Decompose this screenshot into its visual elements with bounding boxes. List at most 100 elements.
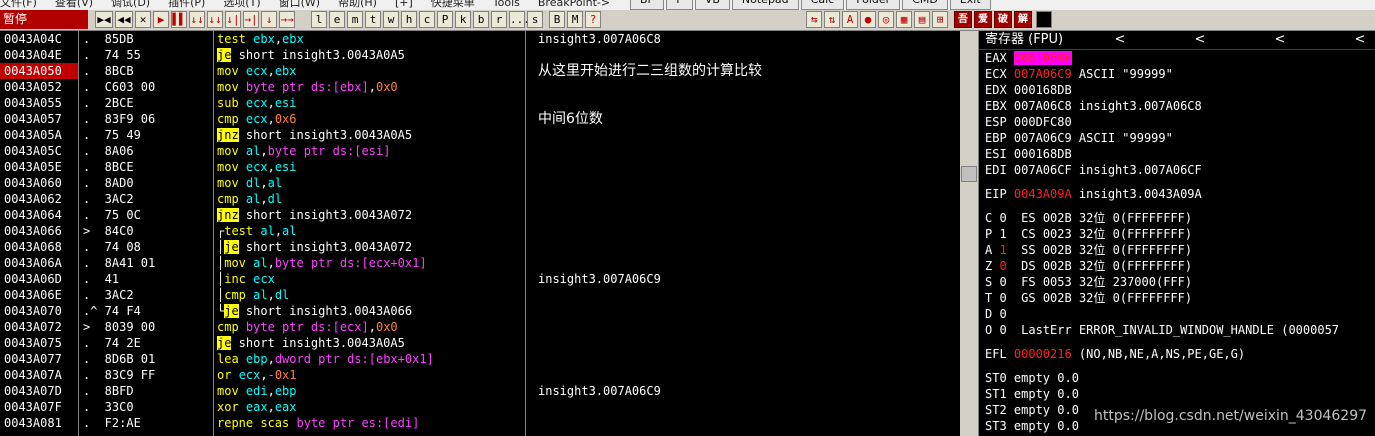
header-arrow-icon[interactable]: < (1105, 31, 1135, 49)
menu-item[interactable]: 帮助(H) (338, 0, 377, 9)
flag-row[interactable]: A 1 SS 002B 32位 0(FFFFFFFF) (979, 242, 1375, 258)
address-cell[interactable]: 0043A062 (0, 191, 78, 207)
toolbar-icon-button[interactable]: B (549, 11, 565, 28)
register-row[interactable]: EDI 007A06CF insight3.007A06CF (979, 162, 1375, 178)
register-value[interactable]: 0081069F (1013, 51, 1072, 65)
asm-line[interactable]: │mov al,byte ptr ds:[ecx+0x1] (214, 255, 525, 271)
address-cell[interactable]: 0043A075 (0, 335, 78, 351)
toolbar-view-button[interactable]: h (401, 11, 417, 28)
address-cell[interactable]: 0043A06D (0, 271, 78, 287)
asm-line[interactable]: ┌test al,al (214, 223, 525, 239)
toolbar-view-button[interactable]: b (473, 11, 489, 28)
menu-tab[interactable]: VB (694, 0, 730, 10)
register-value[interactable]: 00000216 (1014, 347, 1072, 361)
asm-line[interactable]: test ebx,ebx (214, 31, 525, 47)
register-row[interactable]: EBP 007A06C9 ASCII "99999" (979, 130, 1375, 146)
toolbar-view-button[interactable]: w (383, 11, 399, 28)
asm-line[interactable]: mov al,byte ptr ds:[esi] (214, 143, 525, 159)
register-value[interactable]: 000168DB (1014, 147, 1072, 161)
register-row[interactable]: EBX 007A06C8 insight3.007A06C8 (979, 98, 1375, 114)
menu-tab[interactable]: CMD (902, 0, 948, 10)
menu-tab[interactable]: Notepad (731, 0, 799, 10)
menu-item[interactable]: 窗口(W) (279, 0, 320, 9)
toolbar-right-button[interactable]: A (842, 11, 858, 28)
toolbar-nav-button[interactable]: →→ (279, 11, 295, 28)
toolbar-nav-button[interactable]: ↓| (225, 11, 241, 28)
register-value[interactable]: 007A06CF (1014, 163, 1072, 177)
address-cell[interactable]: 0043A07F (0, 399, 78, 415)
registers-header[interactable]: 寄存器 (FPU) < < < < (979, 31, 1375, 50)
toolbar-view-button[interactable]: s (527, 11, 543, 28)
address-cell[interactable]: 0043A064 (0, 207, 78, 223)
toolbar-view-button[interactable]: e (329, 11, 345, 28)
flag-value[interactable]: 1 (999, 243, 1006, 257)
address-cell[interactable]: 0043A070 (0, 303, 78, 319)
toolbar-view-button[interactable]: m (347, 11, 363, 28)
address-cell[interactable]: 0043A052 (0, 79, 78, 95)
asm-line[interactable]: je short insight3.0043A0A5 (214, 335, 525, 351)
flag-row[interactable]: O 0 LastErr ERROR_INVALID_WINDOW_HANDLE … (979, 322, 1375, 338)
register-value[interactable]: 007A06C9 (1014, 67, 1072, 81)
register-value[interactable]: 000DFC80 (1014, 115, 1072, 129)
menu-item[interactable]: [+] (395, 0, 413, 9)
address-cell[interactable]: 0043A066 (0, 223, 78, 239)
header-arrow-icon[interactable]: < (1265, 31, 1295, 49)
toolbar-right-button[interactable]: ⇅ (824, 11, 840, 28)
address-cell[interactable]: 0043A04C (0, 31, 78, 47)
menu-items[interactable]: 文件(F) 查看(V) 调试(D) 插件(P) 选项(T) 窗口(W) 帮助(H) [+] 快捷… (0, 0, 628, 9)
address-cell[interactable]: 0043A057 (0, 111, 78, 127)
register-row[interactable]: EDX 000168DB (979, 82, 1375, 98)
asm-line[interactable]: jnz short insight3.0043A072 (214, 207, 525, 223)
address-cell[interactable]: 0043A072 (0, 319, 78, 335)
flag-row[interactable]: P 1 CS 0023 32位 0(FFFFFFFF) (979, 226, 1375, 242)
asm-line[interactable]: lea ebp,dword ptr ds:[ebx+0x1] (214, 351, 525, 367)
toolbar-cjk-button[interactable]: 破 (994, 11, 1012, 28)
toolbar-icon-button[interactable]: ? (585, 11, 601, 28)
menu-tabs[interactable]: BPPVBNotepadCalcFolderCMDExit (630, 0, 993, 10)
register-row[interactable]: ECX 007A06C9 ASCII "99999" (979, 66, 1375, 82)
asm-line[interactable]: mov dl,al (214, 175, 525, 191)
toolbar-right-button[interactable]: ● (860, 11, 876, 28)
asm-line[interactable]: mov ecx,ebx (214, 63, 525, 79)
register-row[interactable]: ESI 000168DB (979, 146, 1375, 162)
toolbar-view-button[interactable]: P (437, 11, 453, 28)
menu-tab[interactable]: Calc (800, 0, 845, 10)
toolbar-nav-button[interactable]: ↓↓ (189, 11, 205, 28)
flag-value[interactable]: 0 (999, 259, 1006, 273)
address-cell[interactable]: 0043A06E (0, 287, 78, 303)
flag-row[interactable]: D 0 (979, 306, 1375, 322)
asm-line[interactable]: jnz short insight3.0043A0A5 (214, 127, 525, 143)
toolbar-view-button[interactable]: l (311, 11, 327, 28)
asm-line[interactable]: mov byte ptr ds:[ebx],0x0 (214, 79, 525, 95)
register-row[interactable]: EFL 00000216 (NO,NB,NE,A,NS,PE,GE,G) (979, 346, 1375, 362)
toolbar-right-button[interactable]: ◎ (878, 11, 894, 28)
header-arrow-icon[interactable]: < (1345, 31, 1375, 49)
menu-item[interactable]: BreakPoint-> (538, 0, 610, 9)
register-row[interactable]: ESP 000DFC80 (979, 114, 1375, 130)
toolbar-right-button[interactable]: ▤ (914, 11, 930, 28)
toolbar-nav-button[interactable]: ▶ (153, 11, 169, 28)
register-value[interactable]: 000168DB (1014, 83, 1072, 97)
flag-value[interactable]: 0 (999, 291, 1006, 305)
fpu-register-row[interactable]: ST0 empty 0.0 (979, 370, 1375, 386)
register-row[interactable]: EIP 0043A09A insight3.0043A09A (979, 186, 1375, 202)
flag-value[interactable]: 0 (999, 211, 1006, 225)
address-cell[interactable]: 0043A07D (0, 383, 78, 399)
toolbar-nav-button[interactable]: →| (243, 11, 259, 28)
toolbar-cjk-button[interactable]: 爱 (974, 11, 992, 28)
menu-item[interactable]: 快捷菜单 (431, 0, 475, 9)
disassembly-scrollbar[interactable] (960, 31, 978, 436)
toolbar-view-button[interactable]: k (455, 11, 471, 28)
asm-line[interactable]: mov edi,ebp (214, 383, 525, 399)
toolbar-right-button[interactable]: ⊞ (932, 11, 948, 28)
address-cell[interactable]: 0043A04E (0, 47, 78, 63)
flag-value[interactable]: 1 (999, 227, 1006, 241)
scroll-thumb[interactable] (961, 166, 977, 182)
toolbar-view-button[interactable]: r (491, 11, 507, 28)
flag-row[interactable]: S 0 FS 0053 32位 237000(FFF) (979, 274, 1375, 290)
toolbar-cjk-button[interactable]: 解 (1014, 11, 1032, 28)
asm-line[interactable]: sub ecx,esi (214, 95, 525, 111)
menu-tab[interactable]: Exit (949, 0, 991, 10)
asm-line[interactable]: └je short insight3.0043A066 (214, 303, 525, 319)
address-column[interactable]: 0043A04C 0043A04E 0043A050 0043A052 0043A055… (0, 31, 79, 436)
